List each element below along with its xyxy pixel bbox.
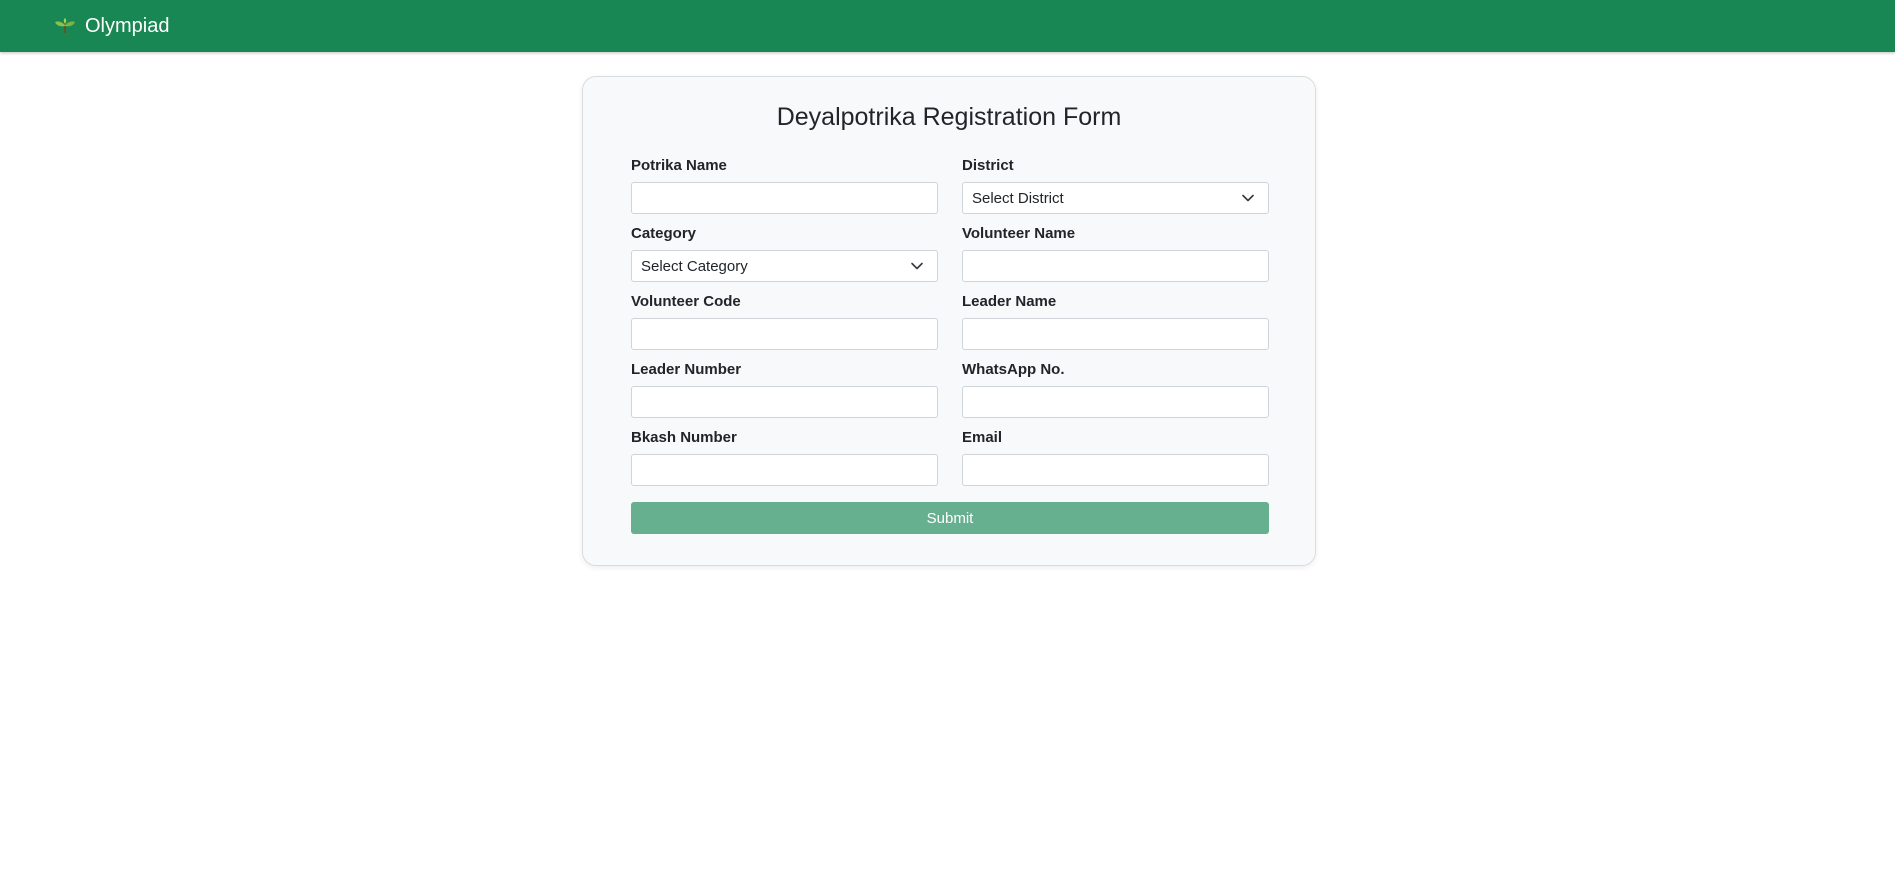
whatsapp-label: WhatsApp No. [962,361,1065,378]
registration-form-card: Deyalpotrika Registration Form Potrika N… [582,76,1316,566]
leader-number-input[interactable] [631,386,938,418]
district-select[interactable]: Select District [962,182,1269,214]
brand-name: Olympiad [85,14,170,37]
volunteer-code-input[interactable] [631,318,938,350]
leader-name-group: Leader Name [962,291,1269,350]
form-grid: Potrika Name District Select District Ca… [631,155,1269,486]
category-select[interactable]: Select Category [631,250,938,282]
potrika-name-input[interactable] [631,182,938,214]
potrika-name-label: Potrika Name [631,157,727,174]
volunteer-name-input[interactable] [962,250,1269,282]
whatsapp-group: WhatsApp No. [962,359,1269,418]
bkash-number-group: Bkash Number [631,427,938,486]
email-input[interactable] [962,454,1269,486]
category-selected-value: Select Category [641,257,748,275]
potrika-name-group: Potrika Name [631,155,938,214]
sprout-icon [55,18,75,34]
leader-number-group: Leader Number [631,359,938,418]
district-label: District [962,157,1014,174]
navbar: Olympiad [0,0,1895,52]
leader-name-input[interactable] [962,318,1269,350]
chevron-down-icon [1242,194,1254,202]
district-selected-value: Select District [972,189,1064,207]
brand-link[interactable]: Olympiad [54,15,169,38]
category-group: Category Select Category [631,223,938,282]
chevron-down-icon [911,262,923,270]
bkash-number-label: Bkash Number [631,429,737,446]
category-label: Category [631,225,697,242]
district-group: District Select District [962,155,1269,214]
volunteer-code-label: Volunteer Code [631,293,741,310]
submit-button[interactable]: Submit [631,502,1269,534]
whatsapp-input[interactable] [962,386,1269,418]
volunteer-name-group: Volunteer Name [962,223,1269,282]
leader-name-label: Leader Name [962,293,1057,310]
leader-number-label: Leader Number [631,361,742,378]
volunteer-name-label: Volunteer Name [962,225,1076,242]
bkash-number-input[interactable] [631,454,938,486]
email-group: Email [962,427,1269,486]
volunteer-code-group: Volunteer Code [631,291,938,350]
email-label: Email [962,429,1003,446]
form-title: Deyalpotrika Registration Form [776,103,1122,131]
